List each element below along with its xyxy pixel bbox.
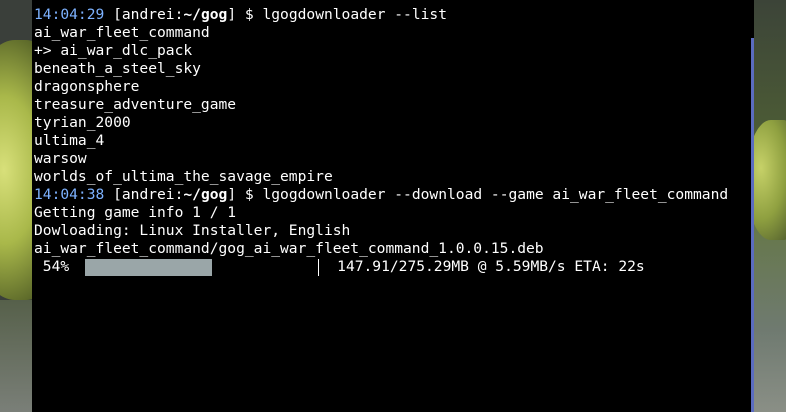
list-item: treasure_adventure_game xyxy=(34,96,237,113)
prompt-line: 14:04:38 [andrei:~/gog] $ lgogdownloader… xyxy=(34,186,748,204)
list-item: dragonsphere xyxy=(34,78,140,95)
list-item: warsow xyxy=(34,150,87,167)
terminal-output[interactable]: 14:04:29 [andrei:~/gog] $ lgogdownloader… xyxy=(34,6,748,276)
download-progress-line: 54% 147.91/275.29MB @ 5.59MB/s ETA: 22s xyxy=(34,258,748,276)
progress-bar-end xyxy=(318,259,320,276)
prompt-user: [andrei: xyxy=(113,6,184,23)
terminal-window[interactable]: 14:04:29 [andrei:~/gog] $ lgogdownloader… xyxy=(32,0,754,412)
command-text: $ lgogdownloader --list xyxy=(236,6,447,23)
list-item: beneath_a_steel_sky xyxy=(34,60,201,77)
prompt-user: [andrei: xyxy=(113,186,184,203)
progress-stats: 147.91/275.29MB @ 5.59MB/s ETA: 22s xyxy=(337,258,645,275)
prompt-line: 14:04:29 [andrei:~/gog] $ lgogdownloader… xyxy=(34,6,748,24)
list-item: tyrian_2000 xyxy=(34,114,131,131)
output-line: Dowloading: Linux Installer, English xyxy=(34,222,351,239)
prompt-close: ] xyxy=(227,186,237,203)
prompt-path: ~/gog xyxy=(183,6,228,23)
list-item: +> ai_war_dlc_pack xyxy=(34,42,193,59)
progress-bar-fill xyxy=(85,259,212,276)
command-text: $ lgogdownloader --download --game ai_wa… xyxy=(236,186,729,203)
progress-bar xyxy=(85,258,320,276)
progress-percent: 54% xyxy=(34,258,70,275)
terminal-scrollbar[interactable] xyxy=(751,38,754,412)
prompt-timestamp: 14:04:38 xyxy=(34,186,105,203)
list-item: ai_war_fleet_command xyxy=(34,24,210,41)
output-line: Getting game info 1 / 1 xyxy=(34,204,237,221)
prompt-timestamp: 14:04:29 xyxy=(34,6,105,23)
list-item: worlds_of_ultima_the_savage_empire xyxy=(34,168,333,185)
prompt-close: ] xyxy=(227,6,237,23)
list-item: ultima_4 xyxy=(34,132,105,149)
output-line: ai_war_fleet_command/gog_ai_war_fleet_co… xyxy=(34,240,544,257)
prompt-path: ~/gog xyxy=(183,186,228,203)
